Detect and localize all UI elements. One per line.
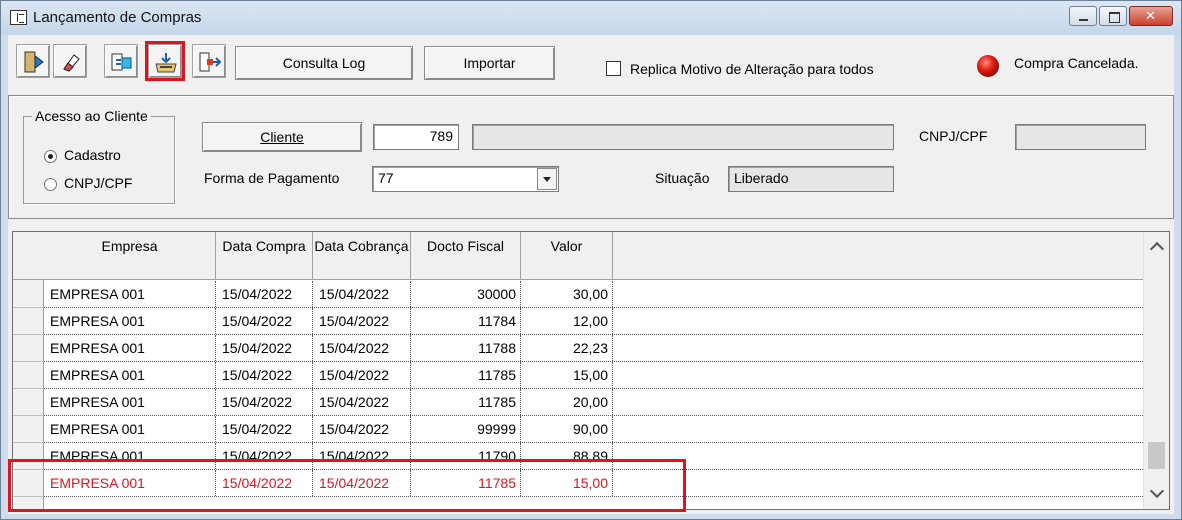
row-indicator[interactable] — [13, 281, 44, 308]
replica-label: Replica Motivo de Alteração para todos — [630, 61, 874, 77]
app-icon — [10, 10, 27, 25]
exit-button[interactable] — [16, 44, 50, 78]
cell-data-cobranca[interactable]: 15/04/2022 — [313, 416, 411, 442]
cell-empresa[interactable]: EMPRESA 001 — [44, 335, 216, 361]
minimize-button[interactable] — [1069, 6, 1097, 26]
scroll-thumb[interactable] — [1148, 442, 1165, 469]
import-tray-icon — [155, 53, 177, 73]
cell-data-cobranca[interactable]: 15/04/2022 — [313, 362, 411, 388]
cell-docto-fiscal[interactable]: 11785 — [411, 362, 521, 388]
row-indicator[interactable] — [13, 362, 44, 389]
col-empresa[interactable]: Empresa — [44, 232, 216, 280]
group-title: Acesso ao Cliente — [32, 108, 151, 124]
cell-data-compra[interactable]: 15/04/2022 — [216, 335, 313, 361]
row-indicator[interactable] — [13, 389, 44, 416]
cell-docto-fiscal[interactable]: 30000 — [411, 281, 521, 307]
cell-valor[interactable]: 15,00 — [521, 362, 613, 388]
cell-data-compra[interactable]: 15/04/2022 — [216, 389, 313, 415]
consulta-log-button[interactable]: Consulta Log — [235, 46, 413, 80]
cell-data-compra[interactable]: 15/04/2022 — [216, 281, 313, 307]
acesso-cliente-group: Acesso ao Cliente Cadastro CNPJ/CPF — [23, 108, 175, 204]
table-row[interactable]: EMPRESA 001 15/04/2022 15/04/2022 30000 30,0… — [44, 281, 1143, 308]
purchase-window: Lançamento de Compras ✕ Consulta Log Imp… — [0, 0, 1182, 520]
cell-valor[interactable]: 20,00 — [521, 389, 613, 415]
window-controls — [1067, 6, 1173, 26]
grid-header: Empresa Data Compra Data Cobrança Docto … — [13, 232, 1143, 280]
export-button[interactable] — [192, 44, 226, 78]
replica-checkbox[interactable] — [606, 61, 621, 76]
table-row[interactable]: EMPRESA 001 15/04/2022 15/04/2022 11785 15,0… — [44, 362, 1143, 389]
table-row[interactable]: EMPRESA 001 15/04/2022 15/04/2022 11785 20,0… — [44, 389, 1143, 416]
table-row[interactable]: EMPRESA 001 15/04/2022 15/04/2022 11784 12,0… — [44, 308, 1143, 335]
cnpj-field — [1015, 124, 1146, 150]
situacao-field: Liberado — [728, 166, 894, 192]
cell-data-compra[interactable]: 15/04/2022 — [216, 416, 313, 442]
row-indicator[interactable] — [13, 416, 44, 443]
exit-icon — [24, 51, 44, 73]
cell-empresa[interactable]: EMPRESA 001 — [44, 281, 216, 307]
cell-data-compra[interactable]: 15/04/2022 — [216, 308, 313, 334]
close-button[interactable] — [1129, 6, 1173, 26]
cell-empresa[interactable]: EMPRESA 001 — [44, 416, 216, 442]
table-row[interactable]: EMPRESA 001 15/04/2022 15/04/2022 99999 90,0… — [44, 416, 1143, 443]
status-led-icon — [977, 55, 999, 77]
cell-docto-fiscal[interactable]: 11785 — [411, 389, 521, 415]
export-icon — [199, 52, 222, 72]
client-area: Consulta Log Importar Replica Motivo de … — [8, 35, 1174, 514]
radio-cnpj-label: CNPJ/CPF — [64, 175, 133, 191]
add-record-icon — [111, 53, 132, 71]
eraser-icon — [63, 54, 80, 72]
vertical-scrollbar[interactable] — [1143, 232, 1169, 509]
cell-data-cobranca[interactable]: 15/04/2022 — [313, 389, 411, 415]
table-row[interactable]: EMPRESA 001 15/04/2022 15/04/2022 11788 22,2… — [44, 335, 1143, 362]
scroll-up-icon[interactable] — [1149, 241, 1165, 257]
row-indicator[interactable] — [13, 308, 44, 335]
import-tray-button[interactable] — [145, 41, 185, 81]
cell-data-cobranca[interactable]: 15/04/2022 — [313, 308, 411, 334]
cliente-name-field — [472, 124, 894, 150]
row-indicator[interactable] — [13, 335, 44, 362]
cliente-code-field[interactable]: 789 — [373, 124, 459, 150]
cell-data-cobranca[interactable]: 15/04/2022 — [313, 335, 411, 361]
client-panel: Acesso ao Cliente Cadastro CNPJ/CPF Clie… — [8, 95, 1174, 219]
title-bar[interactable]: Lançamento de Compras — [1, 1, 1181, 35]
cell-empresa[interactable]: EMPRESA 001 — [44, 308, 216, 334]
cell-empresa[interactable]: EMPRESA 001 — [44, 389, 216, 415]
cell-docto-fiscal[interactable]: 11788 — [411, 335, 521, 361]
maximize-button[interactable] — [1099, 6, 1127, 26]
add-record-button[interactable] — [104, 44, 138, 78]
toolbar: Consulta Log Importar Replica Motivo de … — [8, 35, 1174, 91]
cell-data-compra[interactable]: 15/04/2022 — [216, 362, 313, 388]
cell-valor[interactable]: 30,00 — [521, 281, 613, 307]
clear-button[interactable] — [53, 44, 87, 78]
cell-docto-fiscal[interactable]: 11784 — [411, 308, 521, 334]
chevron-down-icon[interactable] — [537, 168, 557, 190]
radio-cnpj[interactable] — [44, 178, 57, 191]
cell-valor[interactable]: 90,00 — [521, 416, 613, 442]
col-docto-fiscal[interactable]: Docto Fiscal — [411, 232, 521, 280]
cell-valor[interactable]: 12,00 — [521, 308, 613, 334]
forma-pagamento-combo[interactable]: 77 — [372, 166, 559, 192]
window-title: Lançamento de Compras — [33, 9, 202, 26]
scroll-down-icon[interactable] — [1149, 483, 1165, 499]
cell-docto-fiscal[interactable]: 99999 — [411, 416, 521, 442]
col-data-cobranca[interactable]: Data Cobrança — [313, 232, 411, 280]
highlight-box — [8, 459, 686, 512]
situacao-label: Situação — [655, 170, 710, 186]
forma-pagamento-label: Forma de Pagamento — [204, 170, 340, 186]
forma-pagamento-value: 77 — [378, 170, 394, 186]
col-data-compra[interactable]: Data Compra — [216, 232, 313, 280]
radio-cadastro-label: Cadastro — [64, 147, 121, 163]
importar-button[interactable]: Importar — [424, 46, 555, 80]
cliente-button[interactable]: Cliente — [202, 122, 362, 152]
cell-valor[interactable]: 22,23 — [521, 335, 613, 361]
cell-data-cobranca[interactable]: 15/04/2022 — [313, 281, 411, 307]
radio-cadastro[interactable] — [44, 150, 57, 163]
cell-empresa[interactable]: EMPRESA 001 — [44, 362, 216, 388]
col-valor[interactable]: Valor — [521, 232, 613, 280]
status-text: Compra Cancelada. — [1014, 55, 1139, 71]
cnpj-label: CNPJ/CPF — [919, 128, 988, 144]
